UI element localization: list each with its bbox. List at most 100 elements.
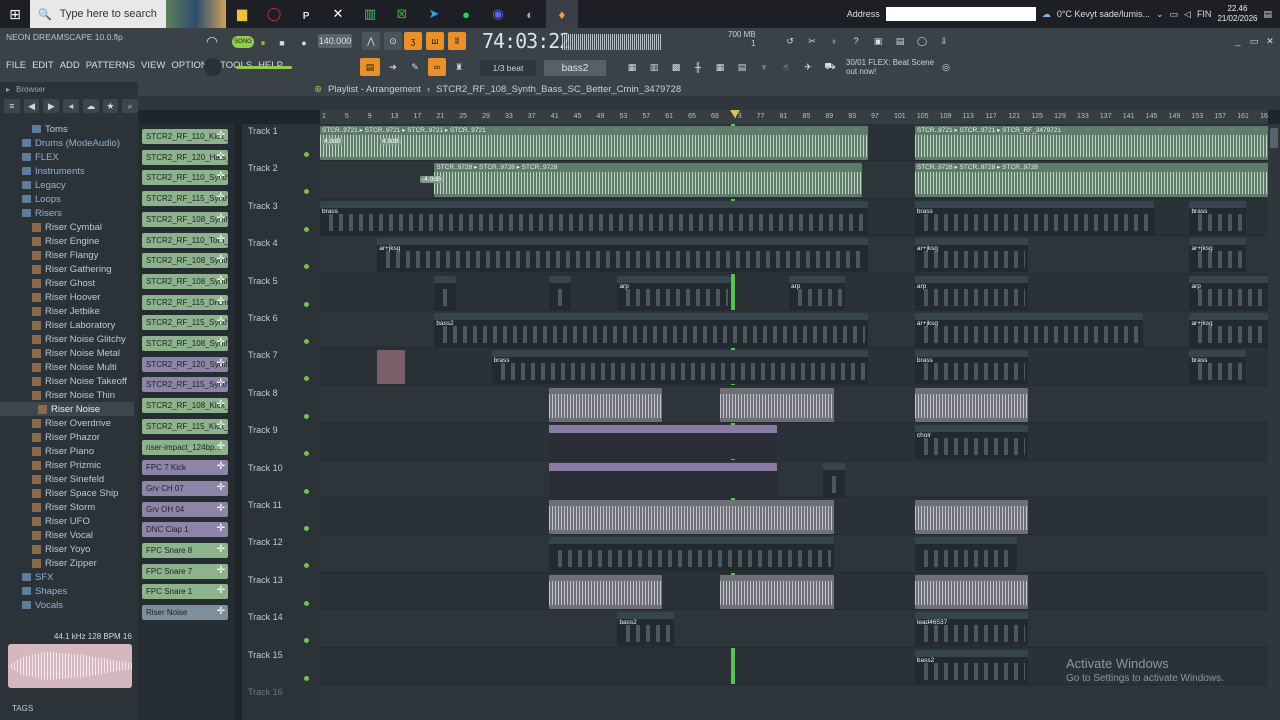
channel-add-icon[interactable]: ✛ <box>217 254 225 265</box>
discord-icon[interactable]: ◉ <box>482 0 514 28</box>
pause-button[interactable]: ⏸ <box>256 34 270 52</box>
track-name[interactable]: Track 6 <box>248 313 278 323</box>
playlist-clip[interactable]: bass2 <box>434 313 869 347</box>
playlist-icon[interactable]: ▥ <box>646 58 662 76</box>
playlist-clip[interactable]: STCR..9728 ▸ STCR..9728 ▸ STCR..9728 <box>914 163 1268 198</box>
playlist-clip[interactable] <box>548 275 571 310</box>
playlist-clip[interactable]: bass2 <box>617 612 674 647</box>
playlist-clip[interactable]: brass <box>914 200 1155 235</box>
pattern-selector[interactable]: bass2 <box>544 60 606 76</box>
browser-item[interactable]: Riser Phazor <box>0 430 134 444</box>
language-indicator[interactable]: FIN <box>1197 9 1212 19</box>
online-icon[interactable]: ◎ <box>938 58 954 76</box>
sample-preview-waveform[interactable] <box>8 644 132 688</box>
browser-item[interactable]: Riser Noise Thin <box>0 388 134 402</box>
address-field[interactable] <box>885 7 1036 21</box>
channel-add-icon[interactable]: ✛ <box>217 606 225 617</box>
track-lane[interactable] <box>320 423 1268 461</box>
track-mute-led[interactable] <box>304 563 309 569</box>
channel-button[interactable]: STCR2_RF_108_Synth_...✛ <box>142 336 228 351</box>
telegram-icon[interactable]: ➤ <box>418 0 450 28</box>
track-lane[interactable] <box>320 685 1268 720</box>
track-mute-led[interactable] <box>304 451 309 457</box>
channel-button[interactable]: STCR2_RF_115_Synth_...✛ <box>142 315 228 331</box>
browser-item[interactable]: Riser Hoover <box>0 290 134 304</box>
touch-icon[interactable]: ☝ <box>778 58 794 76</box>
track-mute-led[interactable] <box>304 152 309 157</box>
playlist-clip[interactable]: arp <box>914 275 1029 310</box>
master-volume-knob[interactable] <box>204 58 222 76</box>
menu-view[interactable]: VIEW <box>141 60 165 71</box>
browser-item[interactable]: Riser Storm <box>0 500 134 514</box>
stop-button[interactable]: ■ <box>276 34 288 52</box>
channel-button[interactable]: STCR2_RF_120_Hats_...✛ <box>142 149 228 165</box>
track-name[interactable]: Track 8 <box>248 388 278 398</box>
track-name[interactable]: Track 4 <box>248 238 278 248</box>
stamp-icon[interactable]: ♜ <box>450 58 468 76</box>
master-pitch-slider[interactable] <box>236 66 292 69</box>
track-name[interactable]: Track 14 <box>248 612 283 622</box>
channel-add-icon[interactable]: ✛ <box>217 441 225 452</box>
channel-add-icon[interactable]: ✛ <box>217 296 225 307</box>
browser-item[interactable]: Riser Noise Multi <box>0 360 134 374</box>
playlist-clip[interactable]: STCR..9728 ▸ STCR..9728 ▸ STCR..9728 <box>434 163 863 198</box>
channel-button[interactable]: Grv OH 04 ✛ <box>142 501 228 517</box>
playlist-clip[interactable]: arp <box>789 275 846 310</box>
network-icon[interactable]: ▭ <box>1170 9 1179 20</box>
browser-item[interactable]: Riser Noise Takeoff <box>0 374 134 388</box>
browser-star-icon[interactable]: ★ <box>102 99 119 113</box>
track-name[interactable]: Track 1 <box>248 126 278 136</box>
track-name[interactable]: Track 12 <box>248 537 283 547</box>
chat-icon[interactable]: ◯ <box>914 32 930 50</box>
taskbar-search[interactable]: 🔍 Type here to search <box>30 0 226 28</box>
plugin-picker-icon[interactable]: ✈ <box>800 58 816 76</box>
opera-icon[interactable]: ◯ <box>258 0 290 28</box>
playlist-clip[interactable]: brass <box>914 350 1029 385</box>
channel-add-icon[interactable]: ✛ <box>217 358 225 369</box>
channel-button[interactable]: FPC Snare 1 ✛ <box>142 584 228 600</box>
playlist-clip[interactable]: lead46537 <box>914 612 1029 647</box>
track-name[interactable]: Track 2 <box>248 163 278 173</box>
playlist-clip[interactable]: arp <box>1189 275 1268 310</box>
timeline-ruler[interactable]: 1 5 9 13 17 21 25 29 33 37 41 45 49 53 57 61 65 69 73 77 81 8… <box>320 110 1268 124</box>
draw-icon[interactable]: ✎ <box>406 58 424 76</box>
browser-toggle-icon[interactable]: ▤ <box>734 58 750 76</box>
channel-add-icon[interactable]: ✛ <box>217 171 225 182</box>
playlist-clip[interactable]: choir <box>914 425 1029 460</box>
browser-item[interactable]: Riser Noise <box>0 402 134 416</box>
mic-icon[interactable]: ♁ <box>826 32 842 50</box>
playlist-clip[interactable] <box>914 500 1029 534</box>
channel-button[interactable]: Grv CH 07 ✛ <box>142 480 228 496</box>
window-minimize-icon[interactable]: _ <box>1232 32 1244 50</box>
playlist-clip[interactable] <box>548 462 777 497</box>
track-mute-led[interactable] <box>304 339 309 344</box>
track-mute-led[interactable] <box>304 264 309 270</box>
track-mute-led[interactable] <box>304 675 309 681</box>
playlist-clip[interactable]: brass <box>320 200 869 235</box>
playlist-clip[interactable]: ar+jksg <box>1189 238 1246 273</box>
playlist-clip[interactable] <box>377 350 405 385</box>
playlist-clip[interactable]: arp <box>617 275 731 310</box>
channel-button[interactable]: STCR2_RF_108_Kick_... ✛ <box>142 398 228 414</box>
browser-item[interactable]: Riser Ghost <box>0 276 134 290</box>
channel-add-icon[interactable]: ✛ <box>217 461 225 472</box>
browser-item[interactable]: Toms <box>0 122 134 136</box>
multi-link-icon[interactable]: ʬ <box>448 32 466 50</box>
track-mute-led[interactable] <box>304 638 309 644</box>
playlist-clip[interactable] <box>548 537 834 572</box>
browser-item[interactable]: Riser Prizmic <box>0 458 134 472</box>
playlist-clip[interactable] <box>548 387 663 422</box>
capcut-icon[interactable]: ✕ <box>322 0 354 28</box>
browser-options-icon[interactable]: ≡ <box>4 99 20 113</box>
browser-item[interactable]: Riser Flangy <box>0 248 134 262</box>
track-name[interactable]: Track 13 <box>248 575 283 585</box>
browser-item[interactable]: Instruments <box>0 164 134 178</box>
menu-edit[interactable]: EDIT <box>32 60 54 71</box>
blend-notes-icon[interactable]: ш <box>426 32 444 50</box>
fl-studio-icon[interactable]: ♦ <box>546 0 578 28</box>
snap-magnet-icon[interactable]: ▤ <box>360 58 380 76</box>
browser-item[interactable]: Riser Laboratory <box>0 318 134 332</box>
channel-icon[interactable]: ▩ <box>668 58 684 76</box>
browser-search-icon[interactable]: ⌕ <box>122 99 139 113</box>
channel-add-icon[interactable]: ✛ <box>217 151 225 162</box>
